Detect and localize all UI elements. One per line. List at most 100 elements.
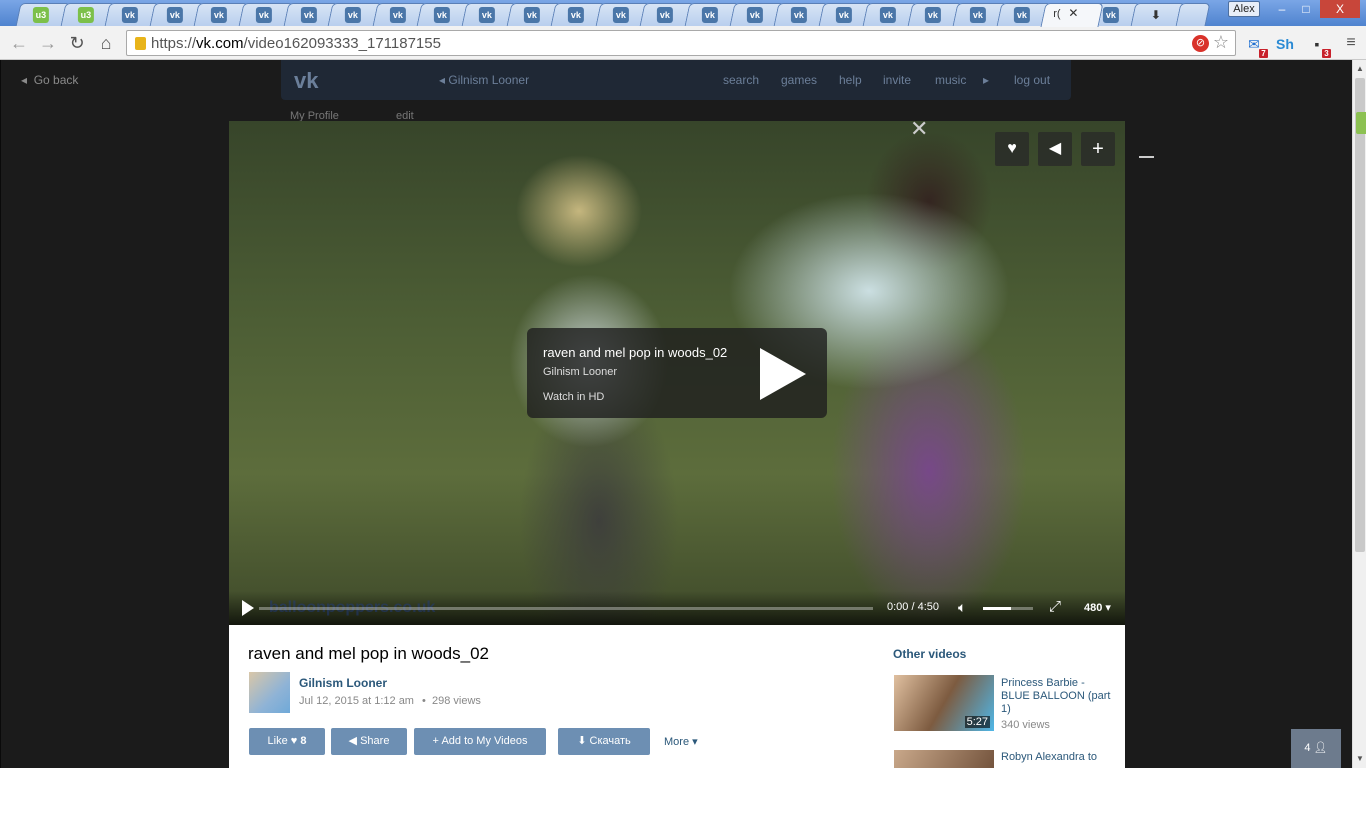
nav-arrow-icon[interactable]: ▸	[983, 73, 989, 87]
overlay-author[interactable]: Gilnism Looner	[543, 366, 617, 378]
video-thumbnail[interactable]: 5:27	[894, 675, 994, 731]
nav-link-invite[interactable]: invite	[883, 73, 911, 87]
vk-favicon-icon: vk	[791, 7, 808, 23]
url-text: https://vk.com/video162093333_171187155	[151, 35, 441, 52]
vk-favicon-icon: vk	[969, 7, 986, 23]
big-play-icon[interactable]	[760, 348, 806, 400]
reload-icon[interactable]: ↻	[66, 32, 88, 54]
megaphone-icon: ◀	[348, 735, 358, 747]
vk-favicon-icon: vk	[1102, 7, 1119, 23]
address-bar[interactable]: https://vk.com/video162093333_171187155 …	[126, 30, 1236, 56]
adblock-icon[interactable]: ⊘	[1192, 35, 1209, 52]
video-title: raven and mel pop in woods_02	[248, 644, 489, 663]
like-button[interactable]: Like ♥ 8	[249, 728, 325, 755]
vk-favicon-icon: vk	[300, 7, 317, 23]
fullscreen-icon[interactable]: ⤢	[1049, 598, 1061, 615]
minimize-icon[interactable]	[1139, 156, 1154, 158]
scrollbar[interactable]: ▲ ▼	[1352, 60, 1366, 768]
vk-favicon-icon: vk	[1014, 7, 1031, 23]
mail-icon[interactable]: ✉ 7	[1244, 34, 1268, 58]
puzzle-icon[interactable]: ▪ 3	[1307, 34, 1331, 58]
new-tab-button[interactable]	[1175, 3, 1211, 26]
vk-favicon-icon: vk	[478, 7, 495, 23]
other-video-title[interactable]: Princess Barbie - BLUE BALLOON (part 1)	[1001, 677, 1111, 716]
vk-logo: vk	[294, 68, 319, 93]
home-icon[interactable]: ⌂	[95, 32, 117, 54]
overlay-title: raven and mel pop in woods_02	[543, 345, 728, 360]
avatar[interactable]	[249, 672, 290, 713]
nav-link-games[interactable]: games	[781, 73, 817, 87]
download-favicon-icon: ⬇	[1150, 8, 1161, 22]
nav-link-help[interactable]: help	[839, 73, 862, 87]
close-window-button[interactable]: X	[1320, 0, 1360, 18]
volume-slider[interactable]	[983, 607, 1033, 610]
sh-icon[interactable]: Sh	[1275, 34, 1295, 54]
vk-favicon-icon: vk	[657, 7, 674, 23]
vk-favicon-icon: vk	[523, 7, 540, 23]
online-friends-button[interactable]: 4 👤︎	[1291, 729, 1341, 768]
lock-icon	[135, 37, 146, 50]
u3-favicon-icon: u3	[77, 7, 94, 23]
heart-icon[interactable]: ♥	[995, 132, 1029, 166]
menu-icon[interactable]: ≡	[1340, 32, 1362, 54]
tab-close-icon[interactable]: ✕	[1068, 6, 1078, 20]
u3-favicon-icon: u3	[32, 7, 49, 23]
extension-badge: 3	[1322, 49, 1331, 58]
vk-favicon-icon: vk	[345, 7, 362, 23]
minimize-window-button[interactable]: –	[1272, 0, 1292, 18]
close-icon[interactable]: ✕	[910, 116, 928, 142]
quality-select[interactable]: 480 ▾	[1084, 601, 1111, 614]
browser-toolbar: ← → ↻ ⌂ https://vk.com/video162093333_17…	[0, 26, 1366, 60]
vk-favicon-icon: vk	[701, 7, 718, 23]
chevron-down-icon: ▾	[692, 736, 698, 748]
vk-favicon-icon: vk	[389, 7, 406, 23]
view-count: • 298 views	[422, 695, 481, 707]
vk-favicon-icon: vk	[255, 7, 272, 23]
publish-date: Jul 12, 2015 at 1:12 am	[299, 695, 414, 707]
share-button[interactable]: ◀ Share	[331, 728, 407, 755]
video-viewer: ♥ ◀ + raven and mel pop in woods_02 Giln…	[229, 121, 1125, 768]
nav-link-music[interactable]: music	[935, 73, 966, 87]
download-arrow-icon: ⬇	[577, 735, 587, 747]
scroll-up-icon[interactable]: ▲	[1356, 64, 1364, 73]
video-thumbnail[interactable]	[894, 750, 994, 768]
author-name[interactable]: Gilnism Looner	[299, 676, 387, 690]
person-icon: 👤︎	[1313, 742, 1328, 754]
video-duration: 5:27	[964, 716, 990, 728]
add-to-my-videos-button[interactable]: + Add to My Videos	[414, 728, 546, 755]
vk-favicon-icon: vk	[211, 7, 228, 23]
other-video-views: 340 views	[1001, 719, 1050, 731]
side-widget-tab[interactable]	[1356, 112, 1366, 134]
heart-icon: ♥	[290, 735, 298, 747]
active-browser-tab[interactable]: r(✕	[1040, 3, 1104, 27]
vk-favicon-icon: vk	[612, 7, 629, 23]
scroll-down-icon[interactable]: ▼	[1356, 754, 1364, 763]
video-player[interactable]: ♥ ◀ + raven and mel pop in woods_02 Giln…	[229, 121, 1125, 625]
profile-button[interactable]: Alex	[1228, 1, 1260, 17]
back-icon[interactable]: ←	[8, 32, 30, 54]
play-icon[interactable]	[242, 600, 254, 616]
volume-icon[interactable]: 🔈︎	[958, 599, 966, 616]
download-button[interactable]: ⬇ Скачать	[558, 728, 650, 755]
more-dropdown[interactable]: More ▾	[664, 735, 698, 748]
scroll-thumb[interactable]	[1355, 78, 1365, 552]
forward-icon[interactable]: →	[37, 32, 59, 54]
video-info-overlay[interactable]: raven and mel pop in woods_02 Gilnism Lo…	[527, 328, 827, 418]
progress-bar[interactable]	[259, 607, 873, 610]
vk-favicon-icon: vk	[880, 7, 897, 23]
vk-favicon-icon: vk	[434, 7, 451, 23]
watch-in-hd-link[interactable]: Watch in HD	[543, 391, 604, 403]
extension-badge: 7	[1259, 49, 1268, 58]
go-back-link[interactable]: ◂ Go back	[21, 73, 78, 87]
page-content: vk ◂ Gilnism Looner ◂ Go back My Profile…	[0, 60, 1352, 768]
nav-link-search[interactable]: search	[723, 73, 759, 87]
nav-link-log-out[interactable]: log out	[1014, 73, 1050, 87]
share-megaphone-icon[interactable]: ◀	[1038, 132, 1072, 166]
time-display: 0:00 / 4:50	[887, 601, 939, 613]
maximize-window-button[interactable]: □	[1296, 0, 1316, 18]
other-video-title[interactable]: Robyn Alexandra to	[1001, 751, 1111, 764]
bookmark-star-icon[interactable]: ☆	[1213, 32, 1229, 53]
add-plus-icon[interactable]: +	[1081, 132, 1115, 166]
browser-window: Alex – □ X ← → ↻ ⌂ https://vk.com/video1…	[0, 0, 1366, 768]
other-videos-heading: Other videos	[893, 647, 967, 661]
